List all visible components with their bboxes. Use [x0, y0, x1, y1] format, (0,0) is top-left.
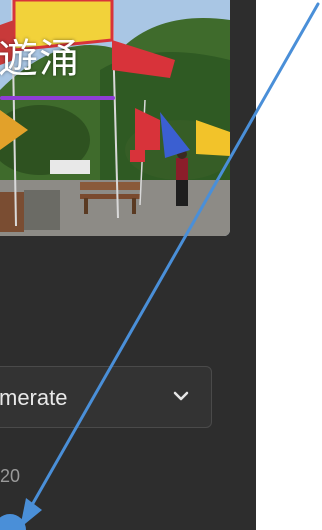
overlay-text[interactable]: 遊涌	[0, 36, 138, 82]
blend-mode-dropdown[interactable]: merate	[0, 366, 212, 428]
image-thumbnail[interactable]: 遊涌	[0, 0, 230, 236]
value-label: 20	[0, 466, 21, 486]
canvas-area	[256, 0, 322, 530]
text-underline	[0, 96, 115, 100]
chevron-down-icon	[173, 389, 189, 407]
dropdown-selected-value: merate	[0, 385, 68, 410]
